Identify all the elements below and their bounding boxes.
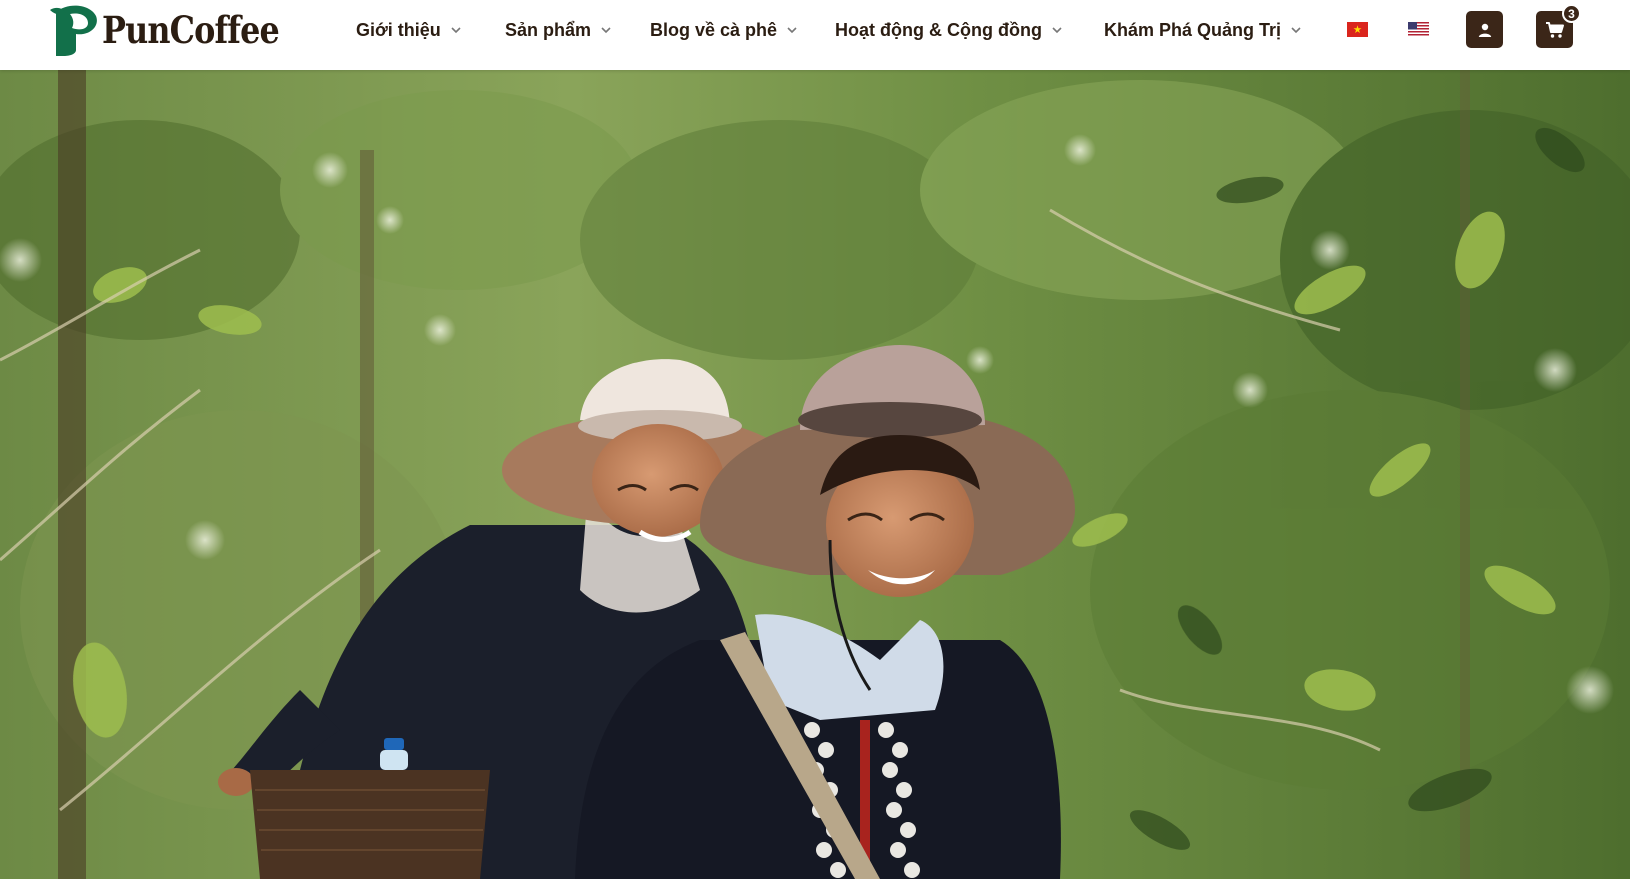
cart-button[interactable]: 3 [1536, 4, 1581, 48]
nav-item-san-pham[interactable]: Sản phẩm [505, 17, 613, 43]
user-icon [1478, 23, 1491, 37]
nav-item-blog[interactable]: Blog về cà phê [650, 17, 799, 43]
nav-item-gioi-thieu[interactable]: Giới thiệu [356, 17, 463, 43]
nav-item-label: Khám Phá Quảng Trị [1104, 19, 1282, 40]
chevron-down-icon [1050, 23, 1064, 37]
main-navigation: Giới thiệu Sản phẩm Blog về cà phê Hoạt … [0, 0, 1630, 60]
chevron-down-icon [599, 23, 613, 37]
site-header: PunCoffee Giới thiệu Sản phẩm Blog về cà… [0, 0, 1630, 70]
chevron-down-icon [785, 23, 799, 37]
hero-photo [0, 70, 1630, 879]
vietnam-flag-icon[interactable] [1347, 22, 1368, 37]
nav-item-label: Sản phẩm [505, 19, 592, 40]
nav-item-label: Hoạt động & Cộng đồng [835, 19, 1042, 40]
nav-item-hoat-dong[interactable]: Hoạt động & Cộng đồng [835, 17, 1064, 43]
cart-count-badge: 3 [1562, 4, 1581, 23]
chevron-down-icon [449, 23, 463, 37]
chevron-down-icon [1289, 23, 1303, 37]
hero-image [0, 70, 1630, 879]
nav-item-kham-pha[interactable]: Khám Phá Quảng Trị [1104, 17, 1303, 43]
nav-item-label: Blog về cà phê [650, 19, 778, 40]
us-flag-icon[interactable] [1408, 22, 1429, 37]
nav-item-label: Giới thiệu [356, 19, 441, 40]
cart-icon [1545, 21, 1564, 38]
account-button[interactable] [1466, 11, 1503, 48]
